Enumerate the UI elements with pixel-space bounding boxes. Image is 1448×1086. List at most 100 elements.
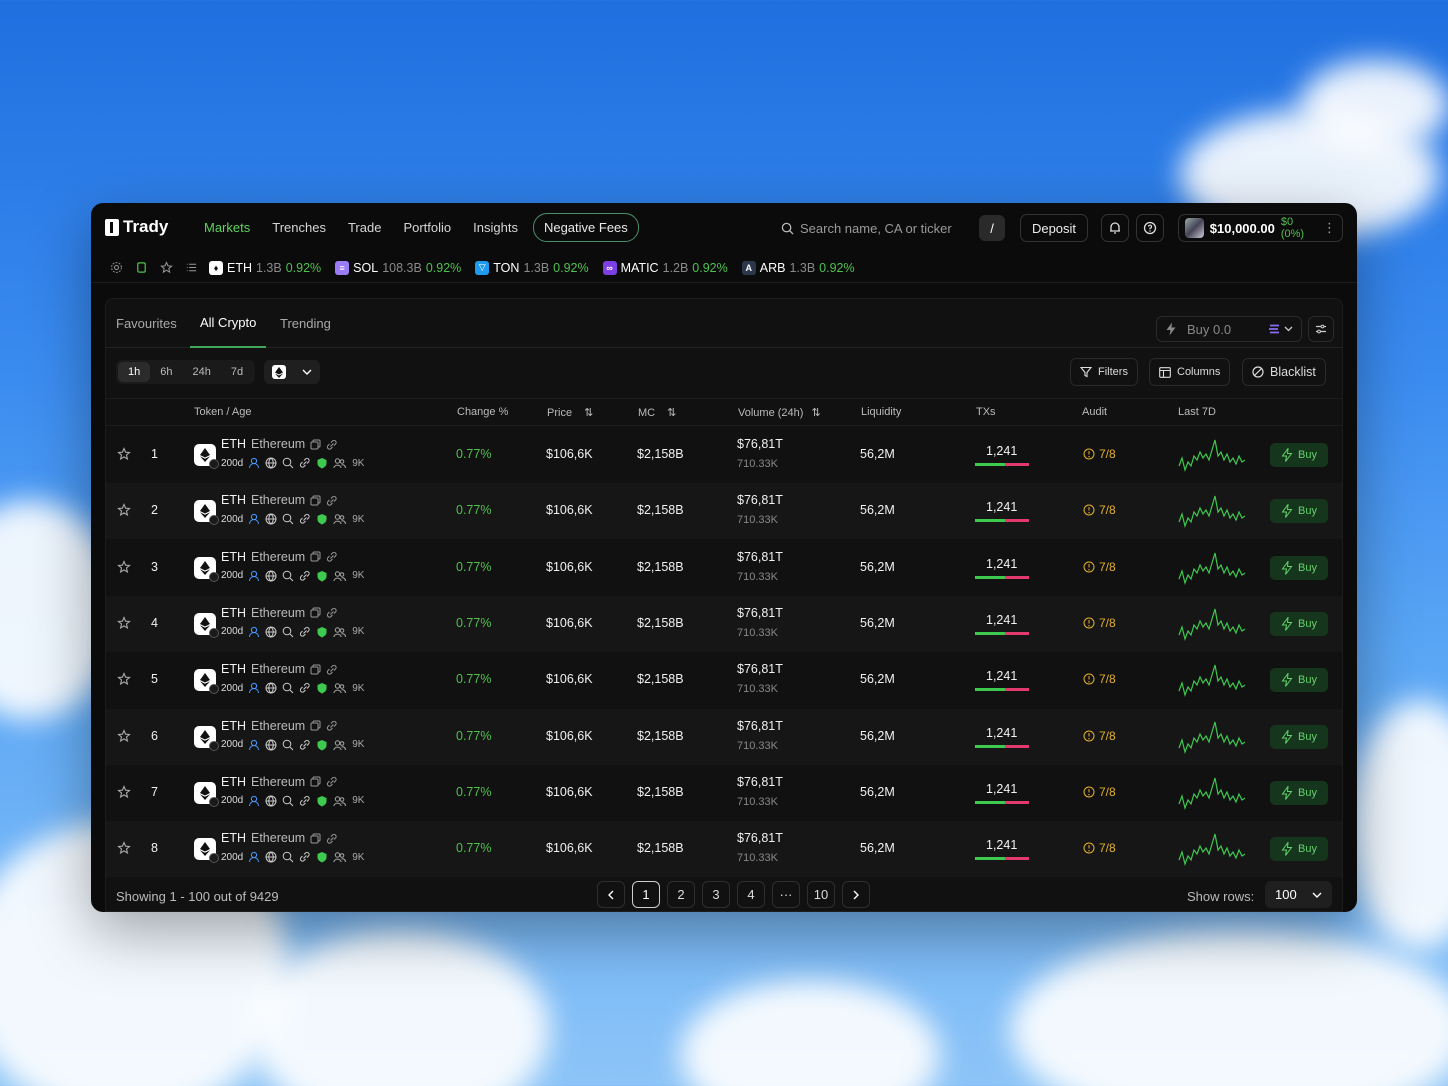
link-icon[interactable]	[299, 795, 311, 807]
user-icon[interactable]	[248, 851, 260, 863]
page-3[interactable]: 3	[702, 881, 730, 908]
copy-icon[interactable]	[310, 664, 321, 675]
timeframe-24h[interactable]: 24h	[183, 362, 221, 382]
copy-icon[interactable]	[310, 607, 321, 618]
link-icon[interactable]	[299, 851, 311, 863]
globe-icon[interactable]	[265, 795, 277, 807]
ticker-eth[interactable]: ♦ ETH 1.3B 0.92%	[209, 260, 321, 275]
buy-button[interactable]: Buy	[1270, 724, 1328, 749]
user-icon[interactable]	[248, 739, 260, 751]
ticker-arb[interactable]: A ARB 1.3B 0.92%	[741, 260, 855, 275]
nav-markets[interactable]: Markets	[193, 213, 261, 242]
copy-icon[interactable]	[310, 720, 321, 731]
tab-all-crypto[interactable]: All Crypto	[190, 299, 267, 348]
audit-badge[interactable]: 7/8	[1083, 672, 1116, 686]
search-icon[interactable]	[282, 457, 294, 469]
user-icon[interactable]	[248, 513, 260, 525]
list-icon[interactable]	[184, 261, 198, 275]
token-name[interactable]: ETH Ethereum	[221, 550, 337, 564]
user-icon[interactable]	[248, 457, 260, 469]
audit-badge[interactable]: 7/8	[1083, 560, 1116, 574]
link-icon[interactable]	[299, 457, 311, 469]
search-icon[interactable]	[282, 513, 294, 525]
nav-portfolio[interactable]: Portfolio	[392, 213, 462, 242]
rows-per-page-select[interactable]: 100	[1265, 881, 1332, 908]
buy-button[interactable]: Buy	[1270, 780, 1328, 805]
buy-button[interactable]: Buy	[1270, 499, 1328, 524]
link-icon[interactable]	[299, 513, 311, 525]
link-icon[interactable]	[299, 570, 311, 582]
previous-page-button[interactable]	[597, 881, 625, 908]
user-icon[interactable]	[248, 570, 260, 582]
star-icon[interactable]	[159, 261, 173, 275]
user-icon[interactable]	[248, 682, 260, 694]
column-txs[interactable]: TXs	[976, 406, 996, 418]
currency-selector[interactable]	[1268, 324, 1293, 334]
link-icon[interactable]	[326, 833, 337, 844]
tab-favourites[interactable]: Favourites	[116, 299, 177, 348]
buy-button[interactable]: Buy	[1270, 611, 1328, 636]
buy-button[interactable]: Buy	[1270, 555, 1328, 580]
favorite-star-icon[interactable]	[117, 728, 131, 746]
link-icon[interactable]	[326, 664, 337, 675]
page-1[interactable]: 1	[632, 881, 660, 908]
audit-badge[interactable]: 7/8	[1083, 616, 1116, 630]
copy-icon[interactable]	[310, 833, 321, 844]
link-icon[interactable]	[326, 776, 337, 787]
buy-button[interactable]: Buy	[1270, 837, 1328, 862]
globe-icon[interactable]	[265, 513, 277, 526]
token-name[interactable]: ETH Ethereum	[221, 437, 337, 451]
ticker-ton[interactable]: ▽ TON 1.3B 0.92%	[475, 260, 589, 275]
favorite-star-icon[interactable]	[117, 559, 131, 577]
globe-icon[interactable]	[265, 457, 277, 469]
globe-icon[interactable]	[265, 626, 277, 638]
page-4[interactable]: 4	[737, 881, 765, 908]
search-icon[interactable]	[282, 851, 294, 863]
token-name[interactable]: ETH Ethereum	[221, 719, 337, 733]
nav-negative-fees[interactable]: Negative Fees	[532, 213, 639, 242]
user-icon[interactable]	[248, 795, 260, 807]
timeframe-7d[interactable]: 7d	[221, 362, 253, 382]
search-icon[interactable]	[282, 682, 294, 694]
link-icon[interactable]	[326, 439, 337, 450]
settings-icon[interactable]	[109, 261, 123, 275]
globe-icon[interactable]	[265, 851, 277, 863]
favorite-star-icon[interactable]	[117, 503, 131, 520]
audit-badge[interactable]: 7/8	[1083, 841, 1116, 855]
page-2[interactable]: 2	[667, 881, 695, 908]
next-page-button[interactable]	[842, 881, 870, 908]
favorite-star-icon[interactable]	[117, 616, 131, 633]
link-icon[interactable]	[299, 739, 311, 751]
page-10[interactable]: 10	[807, 881, 835, 908]
column-change[interactable]: Change %	[457, 406, 508, 418]
favorite-star-icon[interactable]	[117, 447, 131, 464]
token-name[interactable]: ETH Ethereum	[221, 606, 337, 620]
chain-selector[interactable]	[264, 360, 320, 384]
link-icon[interactable]	[299, 682, 311, 694]
tab-trending[interactable]: Trending	[280, 299, 331, 348]
timeframe-1h[interactable]: 1h	[118, 362, 151, 382]
copy-icon[interactable]	[310, 495, 321, 506]
search-icon[interactable]	[282, 626, 294, 638]
link-icon[interactable]	[326, 551, 337, 562]
globe-icon[interactable]	[265, 739, 277, 751]
favorite-star-icon[interactable]	[117, 672, 131, 689]
search-shortcut-key[interactable]: /	[979, 215, 1005, 241]
deposit-button[interactable]: Deposit	[1020, 214, 1088, 242]
nav-trade[interactable]: Trade	[337, 213, 392, 242]
link-icon[interactable]	[299, 626, 311, 638]
column-audit[interactable]: Audit	[1082, 406, 1107, 418]
audit-badge[interactable]: 7/8	[1083, 785, 1116, 799]
columns-button[interactable]: Columns	[1149, 358, 1231, 386]
globe-icon[interactable]	[265, 570, 277, 582]
column-liquidity[interactable]: Liquidity	[861, 406, 901, 418]
audit-badge[interactable]: 7/8	[1083, 447, 1116, 461]
ticker-matic[interactable]: ∞ MATIC 1.2B 0.92%	[602, 260, 728, 275]
ticker-sol[interactable]: ≡ SOL 108.3B 0.92%	[335, 260, 461, 275]
favorite-star-icon[interactable]	[117, 784, 131, 802]
filters-button[interactable]: Filters	[1070, 358, 1138, 386]
copy-icon[interactable]	[310, 439, 321, 450]
nav-trenches[interactable]: Trenches	[261, 213, 337, 242]
buy-button[interactable]: Buy	[1270, 443, 1328, 467]
favorite-star-icon[interactable]	[117, 841, 131, 858]
